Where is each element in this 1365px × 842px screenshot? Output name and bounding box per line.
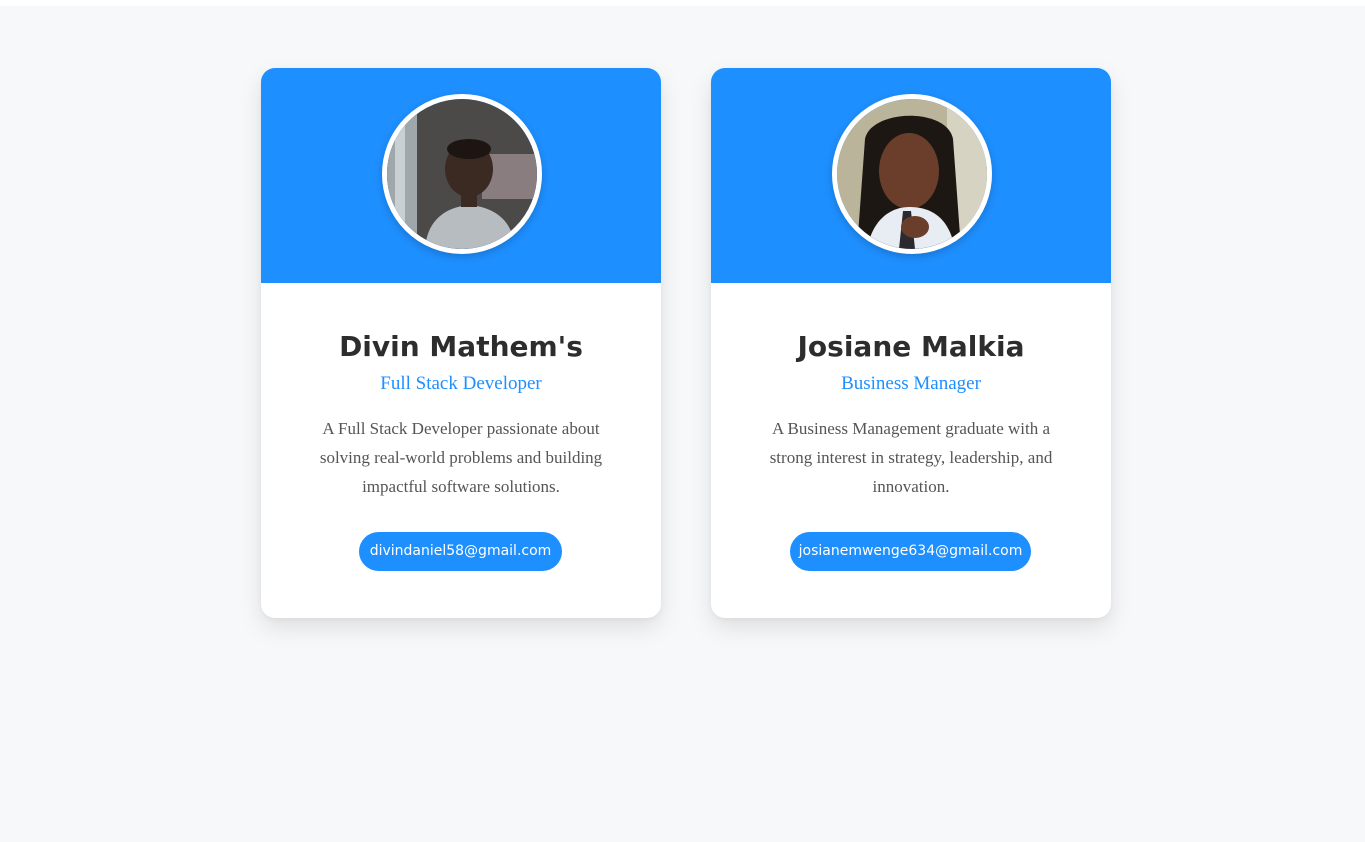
avatar (832, 94, 992, 254)
email-button[interactable]: josianemwenge634@gmail.com (790, 532, 1031, 571)
profile-name: Divin Mathem's (339, 330, 583, 363)
profile-bio: A Full Stack Developer passionate about … (319, 419, 603, 496)
profile-bio: A Business Management graduate with a st… (769, 419, 1053, 496)
profile-role: Business Manager (841, 373, 981, 394)
profile-card: Divin Mathem's Full Stack Developer A Fu… (261, 68, 661, 618)
profile-role: Full Stack Developer (380, 373, 542, 394)
profile-photo-icon (387, 99, 537, 249)
email-button[interactable]: divindaniel58@gmail.com (359, 532, 562, 571)
profile-name: Josiane Malkia (797, 330, 1025, 363)
profile-card: Josiane Malkia Business Manager A Busine… (711, 68, 1111, 618)
team-page: Divin Mathem's Full Stack Developer A Fu… (0, 6, 1365, 842)
profile-photo-icon (837, 99, 987, 249)
avatar (382, 94, 542, 254)
